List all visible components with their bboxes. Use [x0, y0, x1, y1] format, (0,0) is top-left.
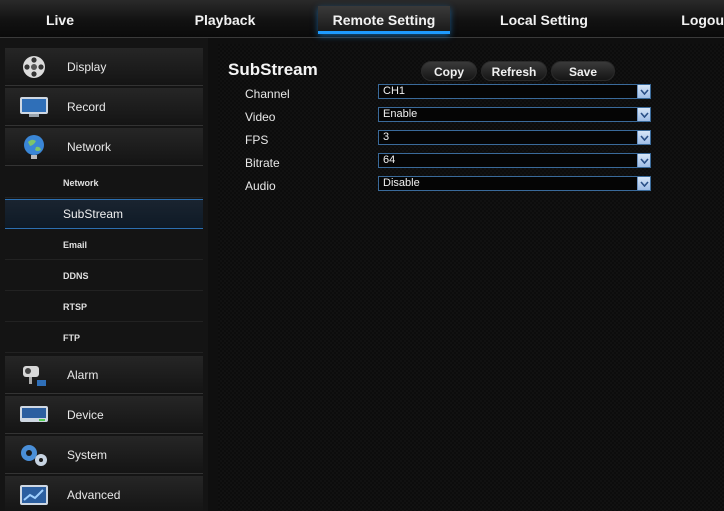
- hard-drive-icon: [19, 402, 49, 428]
- refresh-button[interactable]: Refresh: [481, 61, 547, 81]
- sidebar-subitem-label: Network: [63, 177, 99, 188]
- audio-value: Disable: [383, 177, 420, 189]
- sidebar-item-display[interactable]: Display: [5, 48, 203, 86]
- sidebar-subitem-label: FTP: [63, 332, 80, 343]
- sidebar-item-label: Display: [67, 59, 107, 74]
- tab-logout[interactable]: Logout: [675, 6, 724, 34]
- sidebar: Display Record Network Network SubStream: [0, 38, 208, 511]
- fps-value: 3: [383, 131, 390, 143]
- main-panel: SubStream Copy Refresh Save Channel CH1 …: [218, 44, 724, 511]
- sidebar-subitem-network[interactable]: Network: [5, 168, 203, 198]
- fps-label: FPS: [245, 133, 269, 147]
- channel-label: Channel: [245, 87, 290, 101]
- video-value: Enable: [383, 108, 418, 120]
- camera-alarm-icon: [19, 362, 49, 388]
- sidebar-subitem-ddns[interactable]: DDNS: [5, 261, 203, 291]
- chart-screen-icon: [19, 482, 49, 508]
- sidebar-subitem-label: RTSP: [63, 301, 88, 312]
- sidebar-subitem-label: Email: [63, 239, 88, 250]
- bitrate-value: 64: [383, 154, 396, 166]
- audio-select[interactable]: Disable: [378, 176, 651, 191]
- sidebar-item-label: Record: [67, 99, 106, 114]
- film-reel-icon: [19, 54, 49, 80]
- tab-playback[interactable]: Playback: [190, 6, 260, 34]
- sidebar-item-label: Advanced: [67, 487, 121, 502]
- chevron-down-icon[interactable]: [637, 131, 650, 144]
- tab-live[interactable]: Live: [30, 6, 90, 34]
- monitor-icon: [19, 94, 49, 120]
- chevron-down-icon[interactable]: [637, 177, 650, 190]
- sidebar-item-record[interactable]: Record: [5, 88, 203, 126]
- sidebar-subitem-ftp[interactable]: FTP: [5, 323, 203, 353]
- gears-icon: [19, 442, 49, 468]
- channel-select[interactable]: CH1: [378, 84, 651, 99]
- chevron-down-icon[interactable]: [637, 108, 650, 121]
- sidebar-item-label: Device: [67, 407, 104, 422]
- sidebar-subitem-substream[interactable]: SubStream: [5, 199, 203, 229]
- tab-local-setting[interactable]: Local Setting: [488, 6, 600, 34]
- video-select[interactable]: Enable: [378, 107, 651, 122]
- video-label: Video: [245, 110, 276, 124]
- sidebar-subitem-label: SubStream: [63, 207, 124, 221]
- sidebar-item-label: Alarm: [67, 367, 99, 382]
- save-button[interactable]: Save: [551, 61, 615, 81]
- sidebar-item-network[interactable]: Network: [5, 128, 203, 166]
- globe-icon: [19, 134, 49, 160]
- channel-value: CH1: [383, 85, 406, 97]
- copy-button[interactable]: Copy: [421, 61, 477, 81]
- audio-label: Audio: [245, 179, 276, 193]
- sidebar-item-advanced[interactable]: Advanced: [5, 476, 203, 511]
- sidebar-subitem-label: DDNS: [63, 270, 89, 281]
- sidebar-item-label: Network: [67, 139, 112, 154]
- page-title: SubStream: [228, 60, 318, 79]
- chevron-down-icon[interactable]: [637, 154, 650, 167]
- top-navigation-bar: Live Playback Remote Setting Local Setti…: [0, 0, 724, 38]
- sidebar-item-device[interactable]: Device: [5, 396, 203, 434]
- sidebar-item-label: System: [67, 447, 108, 462]
- sidebar-subitem-email[interactable]: Email: [5, 230, 203, 260]
- bitrate-label: Bitrate: [245, 156, 280, 170]
- tab-remote-setting[interactable]: Remote Setting: [318, 6, 450, 34]
- sidebar-item-alarm[interactable]: Alarm: [5, 356, 203, 394]
- sidebar-item-system[interactable]: System: [5, 436, 203, 474]
- chevron-down-icon[interactable]: [637, 85, 650, 98]
- bitrate-select[interactable]: 64: [378, 153, 651, 168]
- fps-select[interactable]: 3: [378, 130, 651, 145]
- sidebar-subitem-rtsp[interactable]: RTSP: [5, 292, 203, 322]
